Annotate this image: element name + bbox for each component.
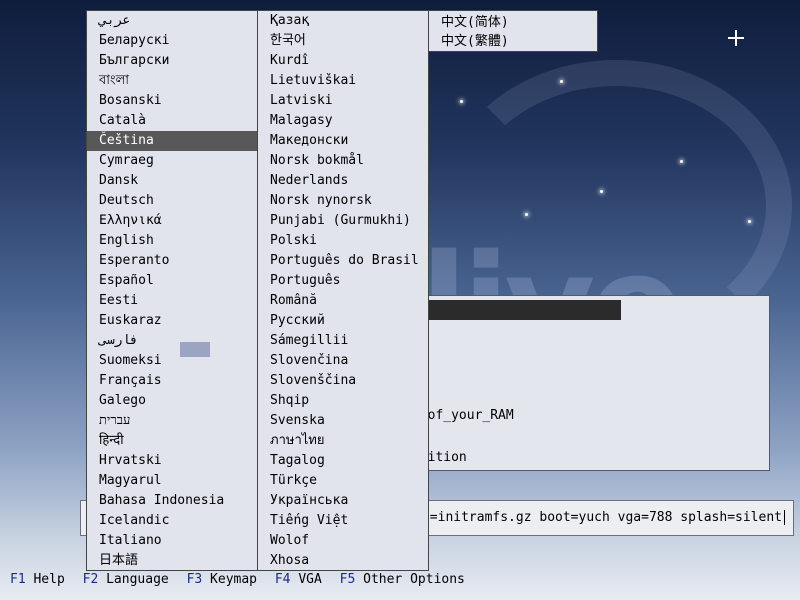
language-item[interactable]: Українська: [258, 491, 428, 511]
f5-other-options-key[interactable]: F5 Other Options: [340, 572, 465, 587]
language-item[interactable]: Eesti: [87, 291, 257, 311]
f3-keymap-key[interactable]: F3 Keymap: [187, 572, 257, 587]
star-icon: [680, 160, 683, 163]
language-item[interactable]: Hrvatski: [87, 451, 257, 471]
language-item[interactable]: Icelandic: [87, 511, 257, 531]
language-item[interactable]: Polski: [258, 231, 428, 251]
language-item[interactable]: Slovenčina: [258, 351, 428, 371]
language-item[interactable]: Cymraeg: [87, 151, 257, 171]
boot-command-text: rd=initramfs.gz boot=yuch vga=788 splash…: [414, 510, 782, 525]
language-item[interactable]: Čeština: [87, 131, 257, 151]
language-item[interactable]: ภาษาไทย: [258, 431, 428, 451]
language-item[interactable]: Nederlands: [258, 171, 428, 191]
star-icon: [525, 213, 528, 216]
language-item[interactable]: Беларускі: [87, 31, 257, 51]
language-item[interactable]: Norsk nynorsk: [258, 191, 428, 211]
f4-vga-key[interactable]: F4 VGA: [275, 572, 322, 587]
language-item[interactable]: Ελληνικά: [87, 211, 257, 231]
language-item[interactable]: عربي: [87, 11, 257, 31]
boot-menu-highlight-bar: [401, 300, 621, 320]
language-item[interactable]: Bosanski: [87, 91, 257, 111]
language-item[interactable]: Latviski: [258, 91, 428, 111]
star-icon: [600, 190, 603, 193]
language-item[interactable]: 中文(简体): [429, 11, 597, 30]
language-item[interactable]: Xhosa: [258, 551, 428, 570]
language-item[interactable]: Română: [258, 291, 428, 311]
language-item[interactable]: हिन्दी: [87, 431, 257, 451]
language-item[interactable]: Esperanto: [87, 251, 257, 271]
language-item[interactable]: Türkçe: [258, 471, 428, 491]
language-item[interactable]: Français: [87, 371, 257, 391]
language-item[interactable]: Deutsch: [87, 191, 257, 211]
menu-scroll-marker: [180, 342, 210, 357]
language-item[interactable]: Dansk: [87, 171, 257, 191]
language-item[interactable]: Tagalog: [258, 451, 428, 471]
language-item[interactable]: Português do Brasil: [258, 251, 428, 271]
star-icon: [748, 220, 751, 223]
language-item[interactable]: Bahasa Indonesia: [87, 491, 257, 511]
language-item[interactable]: Euskaraz: [87, 311, 257, 331]
language-item[interactable]: English: [87, 231, 257, 251]
language-item[interactable]: Galego: [87, 391, 257, 411]
language-item[interactable]: 한국어: [258, 31, 428, 51]
language-list-column-3: 中文(简体) 中文(繁體): [428, 10, 598, 52]
language-item[interactable]: 中文(繁體): [429, 30, 597, 49]
star-icon: [460, 100, 463, 103]
text-caret: [784, 510, 785, 525]
language-item[interactable]: עברית: [87, 411, 257, 431]
language-item[interactable]: Magyarul: [87, 471, 257, 491]
language-list-column-1: عربي Беларускі Български বাংলা Bosanski Catal…: [86, 10, 258, 571]
language-item[interactable]: Sámegillii: [258, 331, 428, 351]
language-item[interactable]: Kurdî: [258, 51, 428, 71]
language-item[interactable]: Svenska: [258, 411, 428, 431]
language-item[interactable]: Slovenščina: [258, 371, 428, 391]
language-item[interactable]: Shqip: [258, 391, 428, 411]
language-item[interactable]: Русский: [258, 311, 428, 331]
language-item[interactable]: فارسی: [87, 331, 257, 351]
language-item[interactable]: 日本語: [87, 551, 257, 570]
language-item[interactable]: Català: [87, 111, 257, 131]
language-item[interactable]: Қазақ: [258, 11, 428, 31]
language-item[interactable]: বাংলা: [87, 71, 257, 91]
language-item[interactable]: Malagasy: [258, 111, 428, 131]
star-icon: [560, 80, 563, 83]
star-icon: [728, 30, 744, 46]
language-item[interactable]: Tiếng Việt: [258, 511, 428, 531]
language-list-column-2: Қазақ 한국어 Kurdî Lietuviškai Latviski Malagasy…: [257, 10, 429, 571]
language-item[interactable]: Português: [258, 271, 428, 291]
language-item[interactable]: Български: [87, 51, 257, 71]
language-item[interactable]: Wolof: [258, 531, 428, 551]
language-item[interactable]: Македонски: [258, 131, 428, 151]
f1-help-key[interactable]: F1 Help: [10, 572, 65, 587]
language-item[interactable]: Italiano: [87, 531, 257, 551]
language-item[interactable]: Norsk bokmål: [258, 151, 428, 171]
language-item[interactable]: Español: [87, 271, 257, 291]
language-item[interactable]: Punjabi (Gurmukhi): [258, 211, 428, 231]
f2-language-key[interactable]: F2 Language: [83, 572, 169, 587]
function-key-bar: F1 Help F2 Language F3 Keymap F4 VGA F5 …: [0, 570, 800, 590]
language-item[interactable]: Suomeksi: [87, 351, 257, 371]
language-item[interactable]: Lietuviškai: [258, 71, 428, 91]
